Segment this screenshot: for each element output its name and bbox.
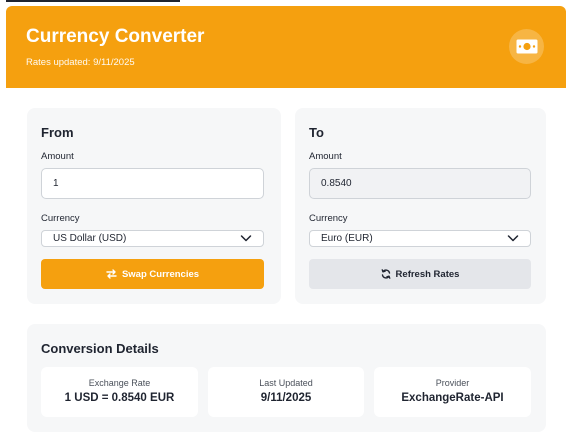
detail-label: Provider [435,378,470,388]
refresh-rates-button[interactable]: Refresh Rates [309,259,531,289]
conversion-details-card: Conversion Details Exchange Rate 1 USD =… [27,324,546,432]
app-header: Currency Converter Rates updated: 9/11/2… [6,6,566,88]
swap-icon [106,269,117,279]
to-card: To Amount 0.8540 Currency Euro (EUR) Ref… [295,108,546,304]
to-amount-label: Amount [309,151,342,162]
refresh-icon [381,269,390,279]
detail-value: ExchangeRate-API [401,392,504,404]
rates-updated-text: Rates updated: 9/11/2025 [26,57,135,68]
to-currency-select[interactable]: Euro (EUR) [309,230,531,247]
from-currency-value: US Dollar (USD) [53,233,127,244]
money-icon [516,39,537,54]
refresh-rates-label: Refresh Rates [395,268,460,280]
from-amount-label: Amount [41,151,74,162]
from-currency-label: Currency [41,213,80,224]
from-card: From Amount 1 Currency US Dollar (USD) S… [27,108,281,304]
to-amount-output: 0.8540 [309,168,531,199]
chevron-down-icon [507,235,519,242]
detail-provider: Provider ExchangeRate-API [374,367,531,417]
top-divider [6,0,180,2]
to-title: To [309,125,324,140]
money-icon-badge [509,29,544,64]
to-currency-label: Currency [309,213,348,224]
detail-last-updated: Last Updated 9/11/2025 [208,367,364,417]
detail-exchange-rate: Exchange Rate 1 USD = 0.8540 EUR [41,367,198,417]
detail-value: 9/11/2025 [260,392,312,404]
to-currency-value: Euro (EUR) [321,233,373,244]
detail-label: Last Updated [259,378,313,388]
detail-label: Exchange Rate [88,378,151,388]
detail-value: 1 USD = 0.8540 EUR [64,392,175,404]
app-title: Currency Converter [26,26,205,47]
from-amount-input[interactable]: 1 [41,168,264,199]
chevron-down-icon [240,235,252,242]
conversion-details-title: Conversion Details [41,341,159,356]
swap-currencies-button[interactable]: Swap Currencies [41,259,264,289]
from-currency-select[interactable]: US Dollar (USD) [41,230,264,247]
from-title: From [41,125,74,140]
swap-currencies-label: Swap Currencies [121,268,200,280]
